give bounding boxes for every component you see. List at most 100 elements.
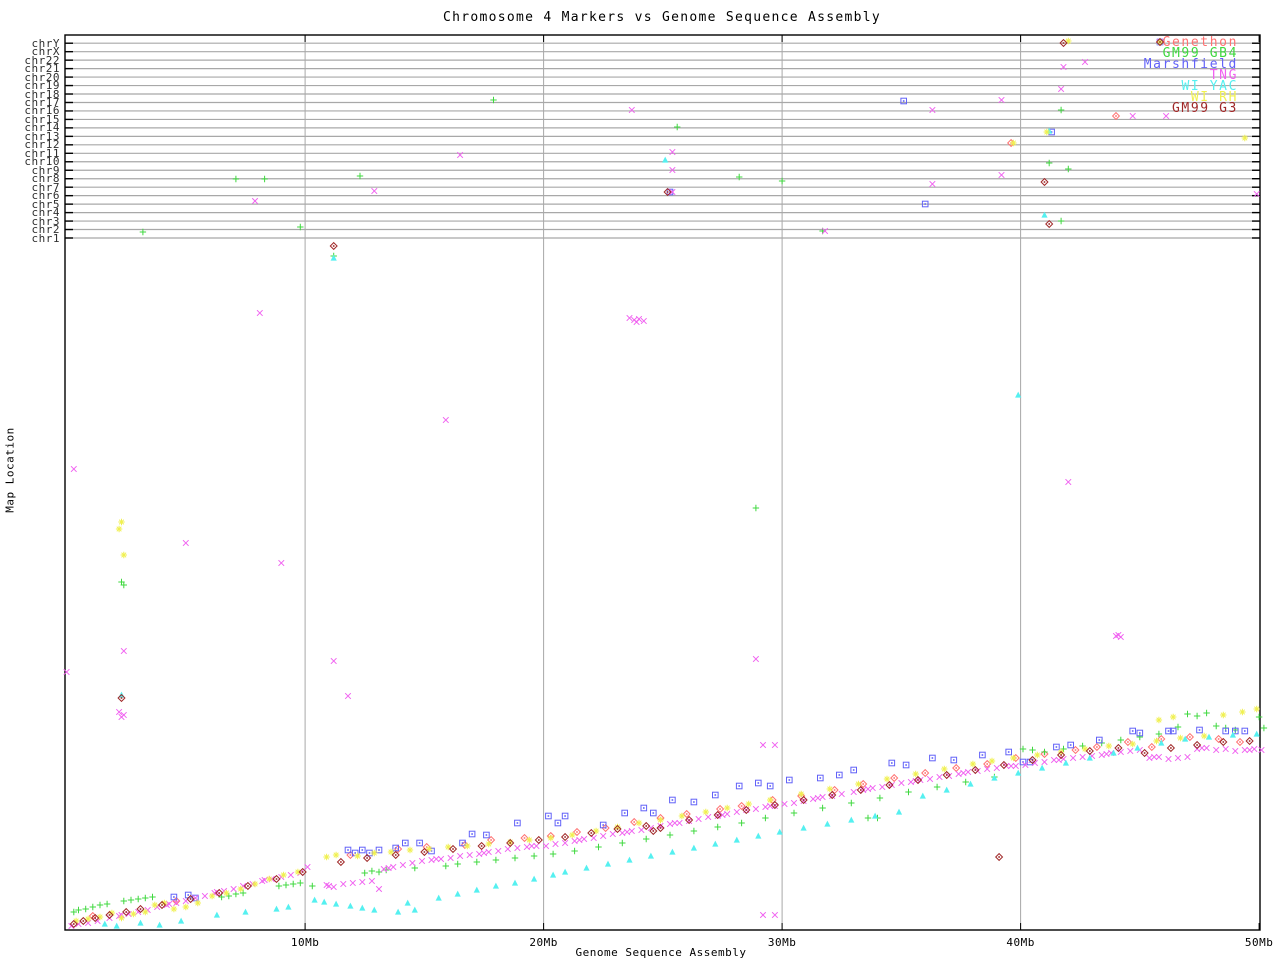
marker-point <box>1168 745 1175 752</box>
marker-point <box>691 845 697 851</box>
marker-point <box>114 923 120 929</box>
marker-point <box>1104 751 1110 757</box>
marker-point <box>257 310 263 316</box>
marker-point <box>620 830 626 836</box>
marker-point <box>410 860 416 866</box>
marker-point <box>600 833 606 839</box>
marker-point <box>657 817 663 823</box>
marker-point <box>1185 754 1191 760</box>
marker-point <box>891 775 898 782</box>
marker-point <box>1106 743 1112 749</box>
marker-point <box>944 787 950 793</box>
series-gm99-gb4 <box>71 97 1268 915</box>
marker-point <box>481 850 487 856</box>
marker-point <box>820 794 826 800</box>
marker-point <box>837 772 843 778</box>
series-genethon <box>89 113 1243 920</box>
marker-point <box>515 845 521 851</box>
marker-point <box>839 791 845 797</box>
marker-point <box>288 872 294 878</box>
marker-point <box>562 813 568 819</box>
marker-point <box>371 850 377 856</box>
marker-point <box>1058 218 1064 224</box>
marker-point <box>889 760 895 766</box>
marker-point <box>515 820 521 826</box>
marker-point <box>1041 179 1048 186</box>
series-marshfield <box>171 98 1248 901</box>
marker-point <box>753 505 759 511</box>
marker-point <box>1197 727 1203 733</box>
marker-point <box>851 767 857 773</box>
marker-point <box>1223 746 1229 752</box>
marker-point <box>455 861 461 867</box>
marker-point <box>496 848 502 854</box>
marker-point <box>1058 86 1064 92</box>
marker-point <box>273 906 279 912</box>
marker-point <box>1134 745 1140 751</box>
marker-point <box>677 820 683 826</box>
marker-point <box>1130 741 1136 747</box>
marker-point <box>362 870 368 876</box>
marker-point <box>667 832 673 838</box>
marker-point <box>669 849 675 855</box>
x-tick-label-20Mb: 20Mb <box>529 936 558 949</box>
marker-point <box>767 783 773 789</box>
marker-point <box>338 859 345 866</box>
marker-point <box>104 901 110 907</box>
marker-point <box>610 831 616 837</box>
marker-point <box>569 832 575 838</box>
marker-point <box>372 188 378 194</box>
marker-point <box>619 840 625 846</box>
marker-point <box>90 904 96 910</box>
marker-point <box>118 519 124 525</box>
marker-point <box>956 771 962 777</box>
marker-point <box>412 907 418 913</box>
marker-point <box>574 829 581 836</box>
marker-point <box>734 837 740 843</box>
marker-point <box>202 893 208 899</box>
series-gm99-g3 <box>70 40 1253 928</box>
marker-point <box>238 886 244 892</box>
marker-point <box>360 847 366 853</box>
marker-point <box>996 854 1003 861</box>
marker-point <box>1113 113 1120 120</box>
marker-point <box>1213 723 1219 729</box>
marker-point <box>469 831 475 837</box>
marker-point <box>1066 479 1072 485</box>
marker-point <box>1148 744 1155 751</box>
marker-point <box>534 843 540 849</box>
marker-point <box>309 883 315 889</box>
marker-point <box>1242 747 1248 753</box>
marker-point <box>1175 755 1181 761</box>
marker-point <box>736 783 742 789</box>
marker-point <box>185 892 191 898</box>
marker-point <box>280 872 286 878</box>
marker-point <box>195 900 201 906</box>
marker-point <box>1184 711 1190 717</box>
marker-point <box>865 786 871 792</box>
marker-point <box>276 883 282 889</box>
marker-point <box>512 880 518 886</box>
marker-point <box>595 844 601 850</box>
marker-point <box>71 466 77 472</box>
marker-point <box>1213 747 1219 753</box>
marker-point <box>1013 763 1019 769</box>
marker-point <box>963 779 969 785</box>
marker-point <box>434 856 440 862</box>
marker-point <box>880 784 886 790</box>
marker-point <box>157 922 163 928</box>
marker-point <box>629 828 635 834</box>
marker-point <box>672 820 678 826</box>
marker-point <box>376 886 382 892</box>
marker-point <box>624 829 630 835</box>
marker-point <box>1130 728 1136 734</box>
marker-point <box>930 181 936 187</box>
marker-point <box>810 796 816 802</box>
marker-point <box>753 806 759 812</box>
marker-point <box>631 819 638 826</box>
marker-point <box>753 656 759 662</box>
marker-point <box>1242 728 1248 734</box>
legend-item-gm99-g3: GM99 G3 <box>1144 103 1238 114</box>
marker-point <box>553 841 559 847</box>
marker-point <box>152 902 158 908</box>
